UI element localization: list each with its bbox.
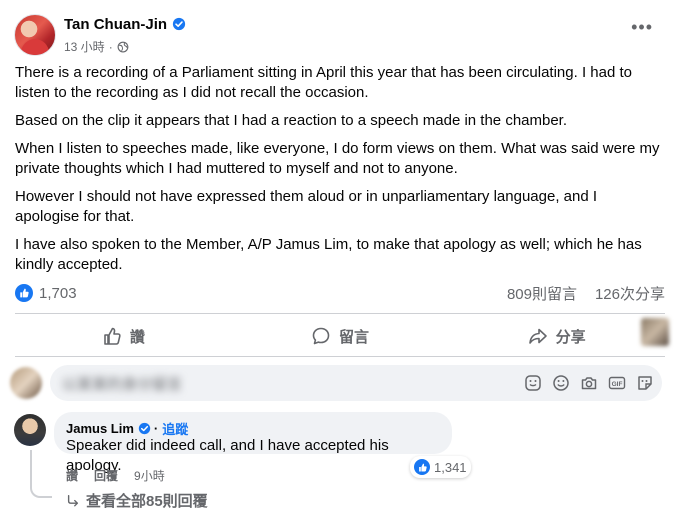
gif-icon[interactable]: GIF <box>608 374 626 392</box>
comment-separator: · <box>153 420 159 436</box>
blurred-thumbnail <box>641 318 669 346</box>
divider <box>15 356 665 357</box>
follow-button[interactable]: 追蹤 <box>162 419 188 438</box>
comment-button[interactable]: 留言 <box>232 318 449 354</box>
comment-reaction-value: 1,341 <box>434 459 467 475</box>
like-button-label: 讚 <box>129 328 145 346</box>
view-all-replies-label: 查看全部85則回覆 <box>86 493 208 510</box>
post-meta: 13 小時 · <box>64 38 186 55</box>
header-text: Tan Chuan-Jin 13 小時 · <box>64 14 186 55</box>
verified-badge-icon <box>138 422 151 434</box>
view-all-replies-button[interactable]: 查看全部85則回覆 <box>66 490 208 511</box>
author-avatar[interactable] <box>14 14 56 56</box>
avatar-sticker-icon[interactable] <box>636 374 654 392</box>
share-count[interactable]: 126次分享 <box>595 283 665 304</box>
camera-icon[interactable] <box>580 374 598 392</box>
reactions-bar: 1,703 809則留言 126次分享 <box>15 282 665 304</box>
comment-like-button[interactable]: 讚 <box>66 467 78 484</box>
comment-bubble-icon <box>312 327 330 345</box>
comment-time[interactable]: 9小時 <box>134 467 165 484</box>
comment-bubble: Jamus Lim · 追蹤 Speaker did indeed call, … <box>54 412 452 474</box>
post-paragraph: There is a recording of a Parliament sit… <box>15 64 632 101</box>
post-stats: 809則留言 126次分享 <box>507 283 665 304</box>
comment-input-placeholder: 以某某的身分留言 <box>62 375 183 393</box>
comment-author-row: Jamus Lim · 追蹤 <box>66 419 440 438</box>
viewer-avatar[interactable] <box>10 367 42 399</box>
post-body: There is a recording of a Parliament sit… <box>15 63 665 283</box>
author-row: Tan Chuan-Jin <box>64 14 186 34</box>
post-paragraph: However I should not have expressed them… <box>15 188 598 225</box>
verified-badge-icon <box>172 17 186 31</box>
comment-reply-button[interactable]: 回覆 <box>94 467 118 484</box>
comment-button-label: 留言 <box>339 328 370 346</box>
comment-actions: 讚 回覆 9小時 <box>66 467 165 484</box>
post-paragraph: When I listen to speeches made, like eve… <box>15 140 660 177</box>
composer-icons: GIF <box>524 374 654 392</box>
divider <box>15 313 665 314</box>
like-button[interactable]: 讚 <box>15 318 232 354</box>
svg-text:GIF: GIF <box>612 381 623 388</box>
like-reaction-icon[interactable] <box>15 284 33 302</box>
emoji-icon[interactable] <box>552 374 570 392</box>
comment-composer: 以某某的身分留言 GIF <box>10 362 662 404</box>
author-name[interactable]: Tan Chuan-Jin <box>64 16 167 33</box>
share-button[interactable]: 分享 <box>448 318 665 354</box>
sticker-icon[interactable] <box>524 374 542 392</box>
post-paragraph: Based on the clip it appears that I had … <box>15 112 568 129</box>
globe-icon <box>117 41 129 52</box>
post-paragraph: I have also spoken to the Member, A/P Ja… <box>15 236 642 273</box>
reply-thread-line <box>30 450 52 498</box>
comment-input[interactable]: 以某某的身分留言 GIF <box>50 365 662 401</box>
comment-reaction-count[interactable]: 1,341 <box>410 456 471 478</box>
more-options-icon[interactable]: ••• <box>631 18 653 36</box>
like-reaction-icon <box>414 459 430 475</box>
post-time[interactable]: 13 小時 <box>64 38 105 55</box>
action-bar: 讚 留言 分享 <box>15 318 665 354</box>
meta-separator: · <box>108 39 113 54</box>
thumbs-up-icon <box>104 327 121 345</box>
comment-count[interactable]: 809則留言 <box>507 283 577 304</box>
commenter-avatar[interactable] <box>14 414 46 446</box>
share-arrow-icon <box>528 328 547 344</box>
comment-author-name[interactable]: Jamus Lim <box>66 421 134 436</box>
post-header: Tan Chuan-Jin 13 小時 · <box>14 14 186 58</box>
share-button-label: 分享 <box>555 328 586 346</box>
like-count[interactable]: 1,703 <box>39 285 77 302</box>
reply-arrow-icon <box>67 494 79 507</box>
